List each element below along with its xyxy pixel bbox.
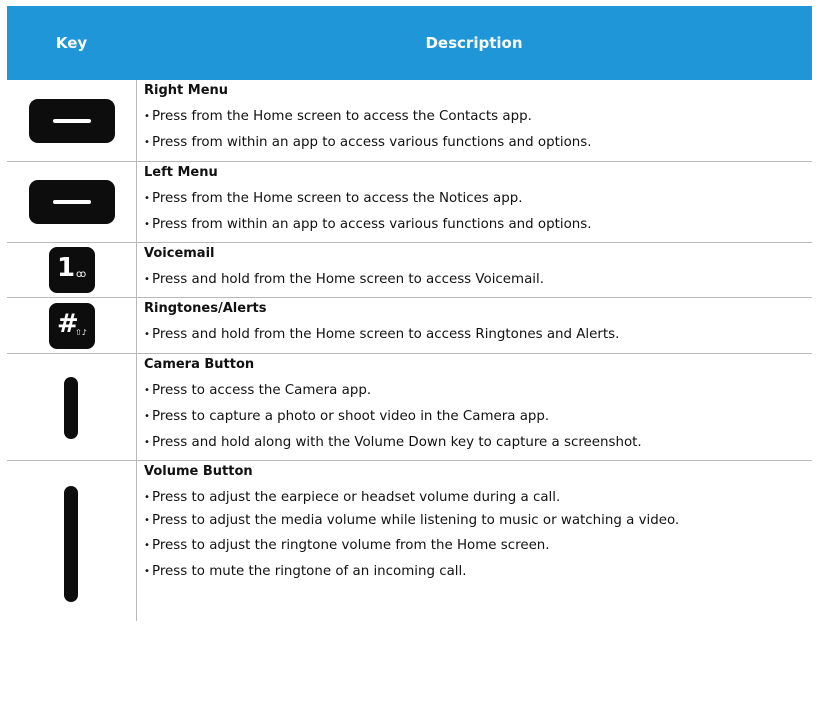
key-cell: # ⇧♪: [7, 298, 137, 353]
bullet-item: Press from within an app to access vario…: [144, 135, 812, 150]
shift-silent-symbol: ⇧♪: [75, 327, 87, 337]
bullet-item: Press and hold from the Home screen to a…: [144, 327, 812, 342]
ringtones-key-icon: # ⇧♪: [49, 302, 95, 349]
row-title: Right Menu: [144, 83, 229, 98]
bullet-item: Press to mute the ringtone of an incomin…: [144, 564, 812, 579]
camera-button-icon: [64, 377, 78, 439]
left-menu-key-icon: [29, 180, 115, 224]
row-title: Left Menu: [144, 165, 218, 180]
description-cell: Camera Button Press to access the Camera…: [137, 354, 812, 460]
bullet-item: Press and hold from the Home screen to a…: [144, 272, 812, 287]
bullet-item: Press to adjust the earpiece or headset …: [144, 490, 812, 505]
table-row: Camera Button Press to access the Camera…: [7, 354, 812, 461]
key-cell: [7, 80, 137, 161]
row-title: Camera Button: [144, 357, 255, 372]
row-title: Volume Button: [144, 464, 253, 479]
header-key: Key: [55, 34, 88, 52]
header-description: Description: [425, 34, 523, 52]
bullet-item: Press to adjust the ringtone volume from…: [144, 538, 812, 553]
right-menu-key-icon: [29, 98, 115, 143]
bullet-item: Press from within an app to access vario…: [144, 217, 812, 232]
voicemail-key-icon: 1 ꝏ: [49, 247, 95, 293]
bullet-item: Press from the Home screen to access the…: [144, 109, 812, 124]
table-header: Key Description: [7, 6, 812, 80]
bullet-item: Press to adjust the media volume while l…: [144, 514, 812, 527]
description-cell: Left Menu Press from the Home screen to …: [137, 162, 812, 242]
bullet-item: Press to capture a photo or shoot video …: [144, 409, 812, 424]
key-description-table: Key Description Right Menu Press from th…: [7, 6, 812, 621]
volume-button-icon: [64, 486, 78, 602]
table-row: Volume Button Press to adjust the earpie…: [7, 461, 812, 621]
table-row: Left Menu Press from the Home screen to …: [7, 162, 812, 243]
voicemail-symbol: ꝏ: [76, 269, 87, 280]
bullet-item: Press to access the Camera app.: [144, 383, 812, 398]
description-cell: Right Menu Press from the Home screen to…: [137, 80, 812, 161]
description-cell: Ringtones/Alerts Press and hold from the…: [137, 298, 812, 353]
table-row: # ⇧♪ Ringtones/Alerts Press and hold fro…: [7, 298, 812, 354]
key-cell: 1 ꝏ: [7, 243, 137, 297]
description-cell: Voicemail Press and hold from the Home s…: [137, 243, 812, 297]
key-glyph: 1: [57, 253, 76, 283]
row-title: Ringtones/Alerts: [144, 301, 267, 316]
table-row: Right Menu Press from the Home screen to…: [7, 80, 812, 162]
bullet-item: Press and hold along with the Volume Dow…: [144, 435, 812, 450]
description-cell: Volume Button Press to adjust the earpie…: [137, 461, 812, 621]
key-cell: [7, 354, 137, 460]
row-title: Voicemail: [144, 246, 215, 261]
table-row: 1 ꝏ Voicemail Press and hold from the Ho…: [7, 243, 812, 298]
key-cell: [7, 162, 137, 242]
key-cell: [7, 461, 137, 621]
bullet-item: Press from the Home screen to access the…: [144, 191, 812, 206]
